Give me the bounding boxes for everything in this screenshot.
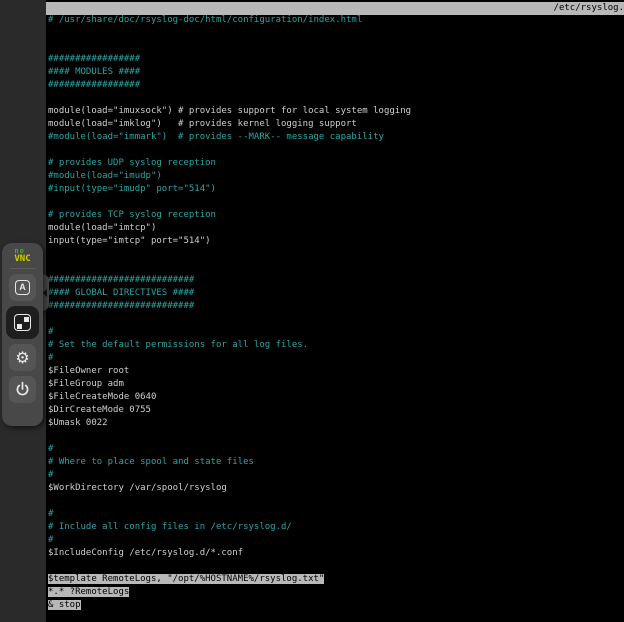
editor-line: #### GLOBAL DIRECTIVES #### bbox=[48, 287, 624, 300]
novnc-logo-vnc: VNC bbox=[14, 255, 30, 263]
editor-line: # bbox=[48, 469, 624, 482]
editor-line bbox=[48, 430, 624, 443]
editor-line: # /usr/share/doc/rsyslog-doc/html/config… bbox=[48, 14, 624, 27]
nano-editor-text[interactable]: # /usr/share/doc/rsyslog-doc/html/config… bbox=[48, 14, 624, 622]
gear-icon: ⚙ bbox=[15, 350, 29, 366]
disconnect-button[interactable] bbox=[9, 376, 36, 403]
vnc-screen: GNU nano 7.2 /etc/rsyslog. # /usr/share/… bbox=[0, 0, 624, 622]
editor-line: #module(load="immark") # provides --MARK… bbox=[48, 131, 624, 144]
fullscreen-button[interactable] bbox=[6, 306, 39, 339]
editor-line: #module(load="imudp") bbox=[48, 170, 624, 183]
editor-line: input(type="imtcp" port="514") bbox=[48, 235, 624, 248]
editor-line bbox=[48, 40, 624, 53]
editor-line bbox=[48, 92, 624, 105]
editor-line: $FileOwner root bbox=[48, 365, 624, 378]
editor-line: $FileGroup adm bbox=[48, 378, 624, 391]
editor-line: module(load="imuxsock") # provides suppo… bbox=[48, 105, 624, 118]
settings-button[interactable]: ⚙ bbox=[9, 344, 36, 371]
editor-line: # Include all config files in /etc/rsysl… bbox=[48, 521, 624, 534]
editor-line: $FileCreateMode 0640 bbox=[48, 391, 624, 404]
editor-line: # bbox=[48, 508, 624, 521]
editor-line: ########################### bbox=[48, 300, 624, 313]
editor-line: module(load="imtcp") bbox=[48, 222, 624, 235]
editor-line bbox=[48, 313, 624, 326]
fullscreen-icon bbox=[14, 314, 31, 331]
editor-line: #### MODULES #### bbox=[48, 66, 624, 79]
editor-line: $template RemoteLogs, "/opt/%HOSTNAME%/r… bbox=[48, 573, 624, 586]
editor-line: $WorkDirectory /var/spool/rsyslog bbox=[48, 482, 624, 495]
editor-line bbox=[48, 27, 624, 40]
novnc-logo: no VNC bbox=[14, 247, 30, 263]
panel-divider bbox=[10, 268, 36, 269]
editor-line bbox=[48, 144, 624, 157]
editor-line: #input(type="imudp" port="514") bbox=[48, 183, 624, 196]
editor-line: ################# bbox=[48, 53, 624, 66]
editor-line: & stop bbox=[48, 599, 624, 612]
editor-line: ########################### bbox=[48, 274, 624, 287]
editor-line bbox=[48, 196, 624, 209]
power-icon bbox=[14, 381, 31, 398]
editor-line: # bbox=[48, 534, 624, 547]
editor-line: # provides UDP syslog reception bbox=[48, 157, 624, 170]
extra-keys-button[interactable]: A bbox=[9, 274, 36, 301]
editor-line bbox=[48, 261, 624, 274]
editor-line: # provides TCP syslog reception bbox=[48, 209, 624, 222]
keyboard-a-icon: A bbox=[15, 280, 30, 295]
editor-line bbox=[48, 248, 624, 261]
editor-line: $IncludeConfig /etc/rsyslog.d/*.conf bbox=[48, 547, 624, 560]
editor-line bbox=[48, 560, 624, 573]
editor-line: # Set the default permissions for all lo… bbox=[48, 339, 624, 352]
novnc-control-bar: no VNC A ⚙ bbox=[2, 243, 43, 426]
editor-line: # Where to place spool and state files bbox=[48, 456, 624, 469]
terminal-viewport[interactable]: GNU nano 7.2 /etc/rsyslog. # /usr/share/… bbox=[46, 0, 624, 622]
editor-line: *.* ?RemoteLogs bbox=[48, 586, 624, 599]
editor-line: # bbox=[48, 443, 624, 456]
editor-line: module(load="imklog") # provides kernel … bbox=[48, 118, 624, 131]
editor-line: $Umask 0022 bbox=[48, 417, 624, 430]
editor-line: # bbox=[48, 326, 624, 339]
editor-line bbox=[48, 495, 624, 508]
editor-line: # bbox=[48, 352, 624, 365]
editor-line: ################# bbox=[48, 79, 624, 92]
editor-line: $DirCreateMode 0755 bbox=[48, 404, 624, 417]
